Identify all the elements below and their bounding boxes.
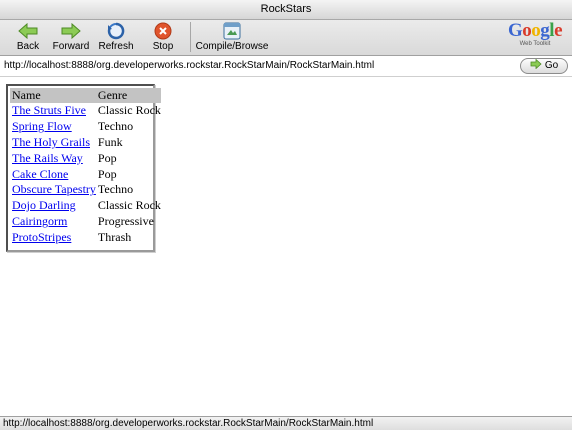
table-header-row: Name Genre <box>10 88 161 103</box>
genre-cell: Progressive <box>97 213 154 228</box>
band-link[interactable]: The Rails Way <box>12 151 83 165</box>
genre-cell: Techno <box>97 119 134 134</box>
genre-cell: Funk <box>97 134 123 149</box>
table-row: Cake Clone Pop <box>10 166 161 182</box>
genre-cell: Classic Rock <box>97 198 161 213</box>
forward-arrow-icon <box>60 21 82 41</box>
band-link[interactable]: Cairingorm <box>12 214 67 228</box>
genre-cell: Pop <box>97 166 117 181</box>
genre-cell: Pop <box>97 150 117 165</box>
address-bar: http://localhost:8888/org.developerworks… <box>0 56 572 77</box>
table-row: Dojo Darling Classic Rock <box>10 198 161 214</box>
table-row: The Rails Way Pop <box>10 150 161 166</box>
table-row: The Holy Grails Funk <box>10 135 161 151</box>
band-link[interactable]: Obscure Tapestry <box>12 182 96 196</box>
band-link[interactable]: Cake Clone <box>12 167 68 181</box>
page-content: Name Genre The Struts Five Classic Rock … <box>0 77 572 416</box>
table-row: ProtoStripes Thrash <box>10 229 161 245</box>
go-button[interactable]: Go <box>520 58 568 74</box>
toolbar-separator <box>190 22 191 52</box>
table-row: Cairingorm Progressive <box>10 214 161 230</box>
stop-icon <box>152 21 174 41</box>
band-link[interactable]: Spring Flow <box>12 119 72 133</box>
compile-browse-button[interactable]: Compile/Browse <box>194 20 270 55</box>
table-row: The Struts Five Classic Rock <box>10 103 161 119</box>
genre-cell: Techno <box>97 182 134 197</box>
go-arrow-icon <box>530 58 542 74</box>
compile-browse-icon <box>221 21 243 41</box>
column-header-genre: Genre <box>95 88 161 103</box>
table-row: Obscure Tapestry Techno <box>10 182 161 198</box>
band-link[interactable]: The Struts Five <box>12 103 86 117</box>
table-row: Spring Flow Techno <box>10 119 161 135</box>
window-title-bar: RockStars <box>0 0 572 20</box>
rockstar-table: Name Genre The Struts Five Classic Rock … <box>10 88 161 245</box>
back-arrow-icon <box>17 21 39 41</box>
genre-cell: Classic Rock <box>97 103 161 118</box>
refresh-icon <box>105 21 127 41</box>
status-bar: http://localhost:8888/org.developerworks… <box>0 416 572 430</box>
column-header-name: Name <box>10 88 96 103</box>
band-link[interactable]: The Holy Grails <box>12 135 90 149</box>
toolbar: Back Forward Refresh Stop Compile/Browse… <box>0 20 572 56</box>
forward-button[interactable]: Forward <box>50 20 92 55</box>
url-field[interactable]: http://localhost:8888/org.developerworks… <box>4 58 374 74</box>
window-title: RockStars <box>260 3 312 15</box>
back-button[interactable]: Back <box>14 20 42 55</box>
stop-button[interactable]: Stop <box>150 20 176 55</box>
band-link[interactable]: ProtoStripes <box>12 230 71 244</box>
genre-cell: Thrash <box>97 229 132 244</box>
band-link[interactable]: Dojo Darling <box>12 198 76 212</box>
refresh-button[interactable]: Refresh <box>97 20 135 55</box>
rockstar-grid: Name Genre The Struts Five Classic Rock … <box>6 84 161 252</box>
logo-subtext: Web Toolkit <box>519 41 551 47</box>
google-web-toolkit-logo: Google Web Toolkit <box>504 21 566 53</box>
status-text: http://localhost:8888/org.developerworks… <box>3 418 374 429</box>
